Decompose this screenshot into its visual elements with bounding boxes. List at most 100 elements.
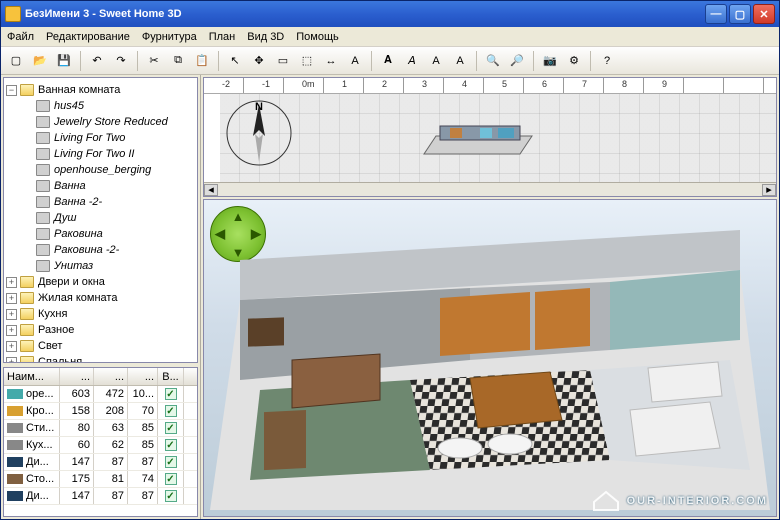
scroll-left-icon[interactable]: ◂ bbox=[204, 184, 218, 196]
tree-folder-closed[interactable]: +Спальня bbox=[6, 354, 195, 363]
view-3d[interactable]: ▲ ◀▶ ▼ bbox=[203, 199, 777, 517]
cut-icon[interactable]: ✂ bbox=[143, 50, 165, 72]
tree-folder-closed[interactable]: +Кухня bbox=[6, 306, 195, 322]
compass-icon[interactable]: N bbox=[224, 98, 294, 168]
visibility-checkbox[interactable]: ✓ bbox=[165, 490, 177, 502]
expand-icon[interactable]: + bbox=[6, 309, 17, 320]
tree-item[interactable]: Living For Two II bbox=[22, 146, 195, 162]
maximize-button[interactable]: ▢ bbox=[729, 4, 751, 24]
plan-2d-canvas[interactable]: N bbox=[204, 94, 776, 182]
collapse-icon[interactable]: − bbox=[6, 85, 17, 96]
visibility-checkbox[interactable]: ✓ bbox=[165, 473, 177, 485]
preferences-icon[interactable]: ⚙ bbox=[563, 50, 585, 72]
table-row[interactable]: Ди...1478787✓ bbox=[4, 454, 197, 471]
redo-icon[interactable]: ↷ bbox=[110, 50, 132, 72]
col-width[interactable]: ... bbox=[60, 368, 94, 385]
cell-w: 80 bbox=[60, 420, 94, 436]
menu-furniture[interactable]: Фурнитура bbox=[142, 31, 197, 43]
menu-view3d[interactable]: Вид 3D bbox=[247, 31, 284, 43]
zoom-out-icon[interactable]: 🔎 bbox=[506, 50, 528, 72]
pan-icon[interactable]: ✥ bbox=[248, 50, 270, 72]
cell-h: 87 bbox=[128, 454, 158, 470]
ruler-mark: 1 bbox=[342, 79, 347, 89]
visibility-checkbox[interactable]: ✓ bbox=[165, 388, 177, 400]
visibility-checkbox[interactable]: ✓ bbox=[165, 456, 177, 468]
menu-plan[interactable]: План bbox=[209, 31, 236, 43]
col-height[interactable]: ... bbox=[128, 368, 158, 385]
font-small-icon[interactable]: A bbox=[425, 50, 447, 72]
help-icon[interactable]: ? bbox=[596, 50, 618, 72]
tree-item[interactable]: hus45 bbox=[22, 98, 195, 114]
room-icon[interactable]: ⬚ bbox=[296, 50, 318, 72]
tree-folder-open[interactable]: − Ванная комната bbox=[6, 82, 195, 98]
tree-item[interactable]: Душ bbox=[22, 210, 195, 226]
text-icon[interactable]: A bbox=[344, 50, 366, 72]
tree-folder-closed[interactable]: +Жилая комната bbox=[6, 290, 195, 306]
paste-icon[interactable]: 📋 bbox=[191, 50, 213, 72]
expand-icon[interactable]: + bbox=[6, 357, 17, 364]
font-large-icon[interactable]: A bbox=[449, 50, 471, 72]
dimension-icon[interactable]: ↔ bbox=[320, 50, 342, 72]
plan-2d-view[interactable]: -2-10m123456789 N ◂ bbox=[203, 77, 777, 197]
table-row[interactable]: ope...60347210...✓ bbox=[4, 386, 197, 403]
furniture-catalog-tree[interactable]: − Ванная комната hus45Jewelry Store Redu… bbox=[3, 77, 198, 363]
visibility-checkbox[interactable]: ✓ bbox=[165, 422, 177, 434]
tree-item[interactable]: Ванна -2- bbox=[22, 194, 195, 210]
scroll-right-icon[interactable]: ▸ bbox=[762, 184, 776, 196]
table-row[interactable]: Ди...1478787✓ bbox=[4, 488, 197, 505]
tree-item[interactable]: Ванна bbox=[22, 178, 195, 194]
tree-item[interactable]: Jewelry Store Reduced bbox=[22, 114, 195, 130]
furniture-list-table[interactable]: Наим... ... ... ... В... ope...60347210.… bbox=[3, 367, 198, 517]
cell-name: Кро... bbox=[26, 405, 54, 417]
row-icon bbox=[7, 440, 23, 450]
tree-item[interactable]: openhouse_berging bbox=[22, 162, 195, 178]
table-row[interactable]: Сто...1758174✓ bbox=[4, 471, 197, 488]
close-button[interactable]: ✕ bbox=[753, 4, 775, 24]
minimize-button[interactable]: — bbox=[705, 4, 727, 24]
tree-folder-label: Двери и окна bbox=[38, 276, 105, 288]
new-file-icon[interactable]: ▢ bbox=[5, 50, 27, 72]
furniture-icon bbox=[36, 148, 50, 160]
zoom-in-icon[interactable]: 🔍 bbox=[482, 50, 504, 72]
menu-edit[interactable]: Редактирование bbox=[46, 31, 130, 43]
row-icon bbox=[7, 491, 23, 501]
menu-help[interactable]: Помощь bbox=[296, 31, 339, 43]
tree-item-label: Ванна -2- bbox=[54, 196, 102, 208]
copy-icon[interactable]: ⧉ bbox=[167, 50, 189, 72]
compass-n-label: N bbox=[255, 101, 263, 113]
menu-file[interactable]: Файл bbox=[7, 31, 34, 43]
furniture-icon bbox=[36, 212, 50, 224]
titlebar[interactable]: БезИмени 3 - Sweet Home 3D — ▢ ✕ bbox=[1, 1, 779, 27]
table-row[interactable]: Сти...806385✓ bbox=[4, 420, 197, 437]
col-name[interactable]: Наим... bbox=[4, 368, 60, 385]
expand-icon[interactable]: + bbox=[6, 341, 17, 352]
plan-h-scrollbar[interactable]: ◂ ▸ bbox=[204, 182, 776, 196]
tree-folder-closed[interactable]: +Свет bbox=[6, 338, 195, 354]
expand-icon[interactable]: + bbox=[6, 293, 17, 304]
col-depth[interactable]: ... bbox=[94, 368, 128, 385]
open-icon[interactable]: 📂 bbox=[29, 50, 51, 72]
wall-icon[interactable]: ▭ bbox=[272, 50, 294, 72]
table-row[interactable]: Кух...606285✓ bbox=[4, 437, 197, 454]
table-row[interactable]: Кро...15820870✓ bbox=[4, 403, 197, 420]
tree-item[interactable]: Раковина bbox=[22, 226, 195, 242]
visibility-checkbox[interactable]: ✓ bbox=[165, 439, 177, 451]
bold-icon[interactable]: 𝐀 bbox=[377, 50, 399, 72]
cell-d: 81 bbox=[94, 471, 128, 487]
italic-icon[interactable]: 𝘈 bbox=[401, 50, 423, 72]
col-visible[interactable]: В... bbox=[158, 368, 184, 385]
tree-item[interactable]: Раковина -2- bbox=[22, 242, 195, 258]
tree-item-label: Living For Two II bbox=[54, 148, 135, 160]
tree-item[interactable]: Living For Two bbox=[22, 130, 195, 146]
visibility-checkbox[interactable]: ✓ bbox=[165, 405, 177, 417]
tree-item-label: Унитаз bbox=[54, 260, 93, 272]
tree-folder-closed[interactable]: + Двери и окна bbox=[6, 274, 195, 290]
expand-icon[interactable]: + bbox=[6, 277, 17, 288]
save-icon[interactable]: 💾 bbox=[53, 50, 75, 72]
tree-item[interactable]: Унитаз bbox=[22, 258, 195, 274]
expand-icon[interactable]: + bbox=[6, 325, 17, 336]
undo-icon[interactable]: ↶ bbox=[86, 50, 108, 72]
snapshot-icon[interactable]: 📷 bbox=[539, 50, 561, 72]
tree-folder-closed[interactable]: +Разное bbox=[6, 322, 195, 338]
select-icon[interactable]: ↖ bbox=[224, 50, 246, 72]
